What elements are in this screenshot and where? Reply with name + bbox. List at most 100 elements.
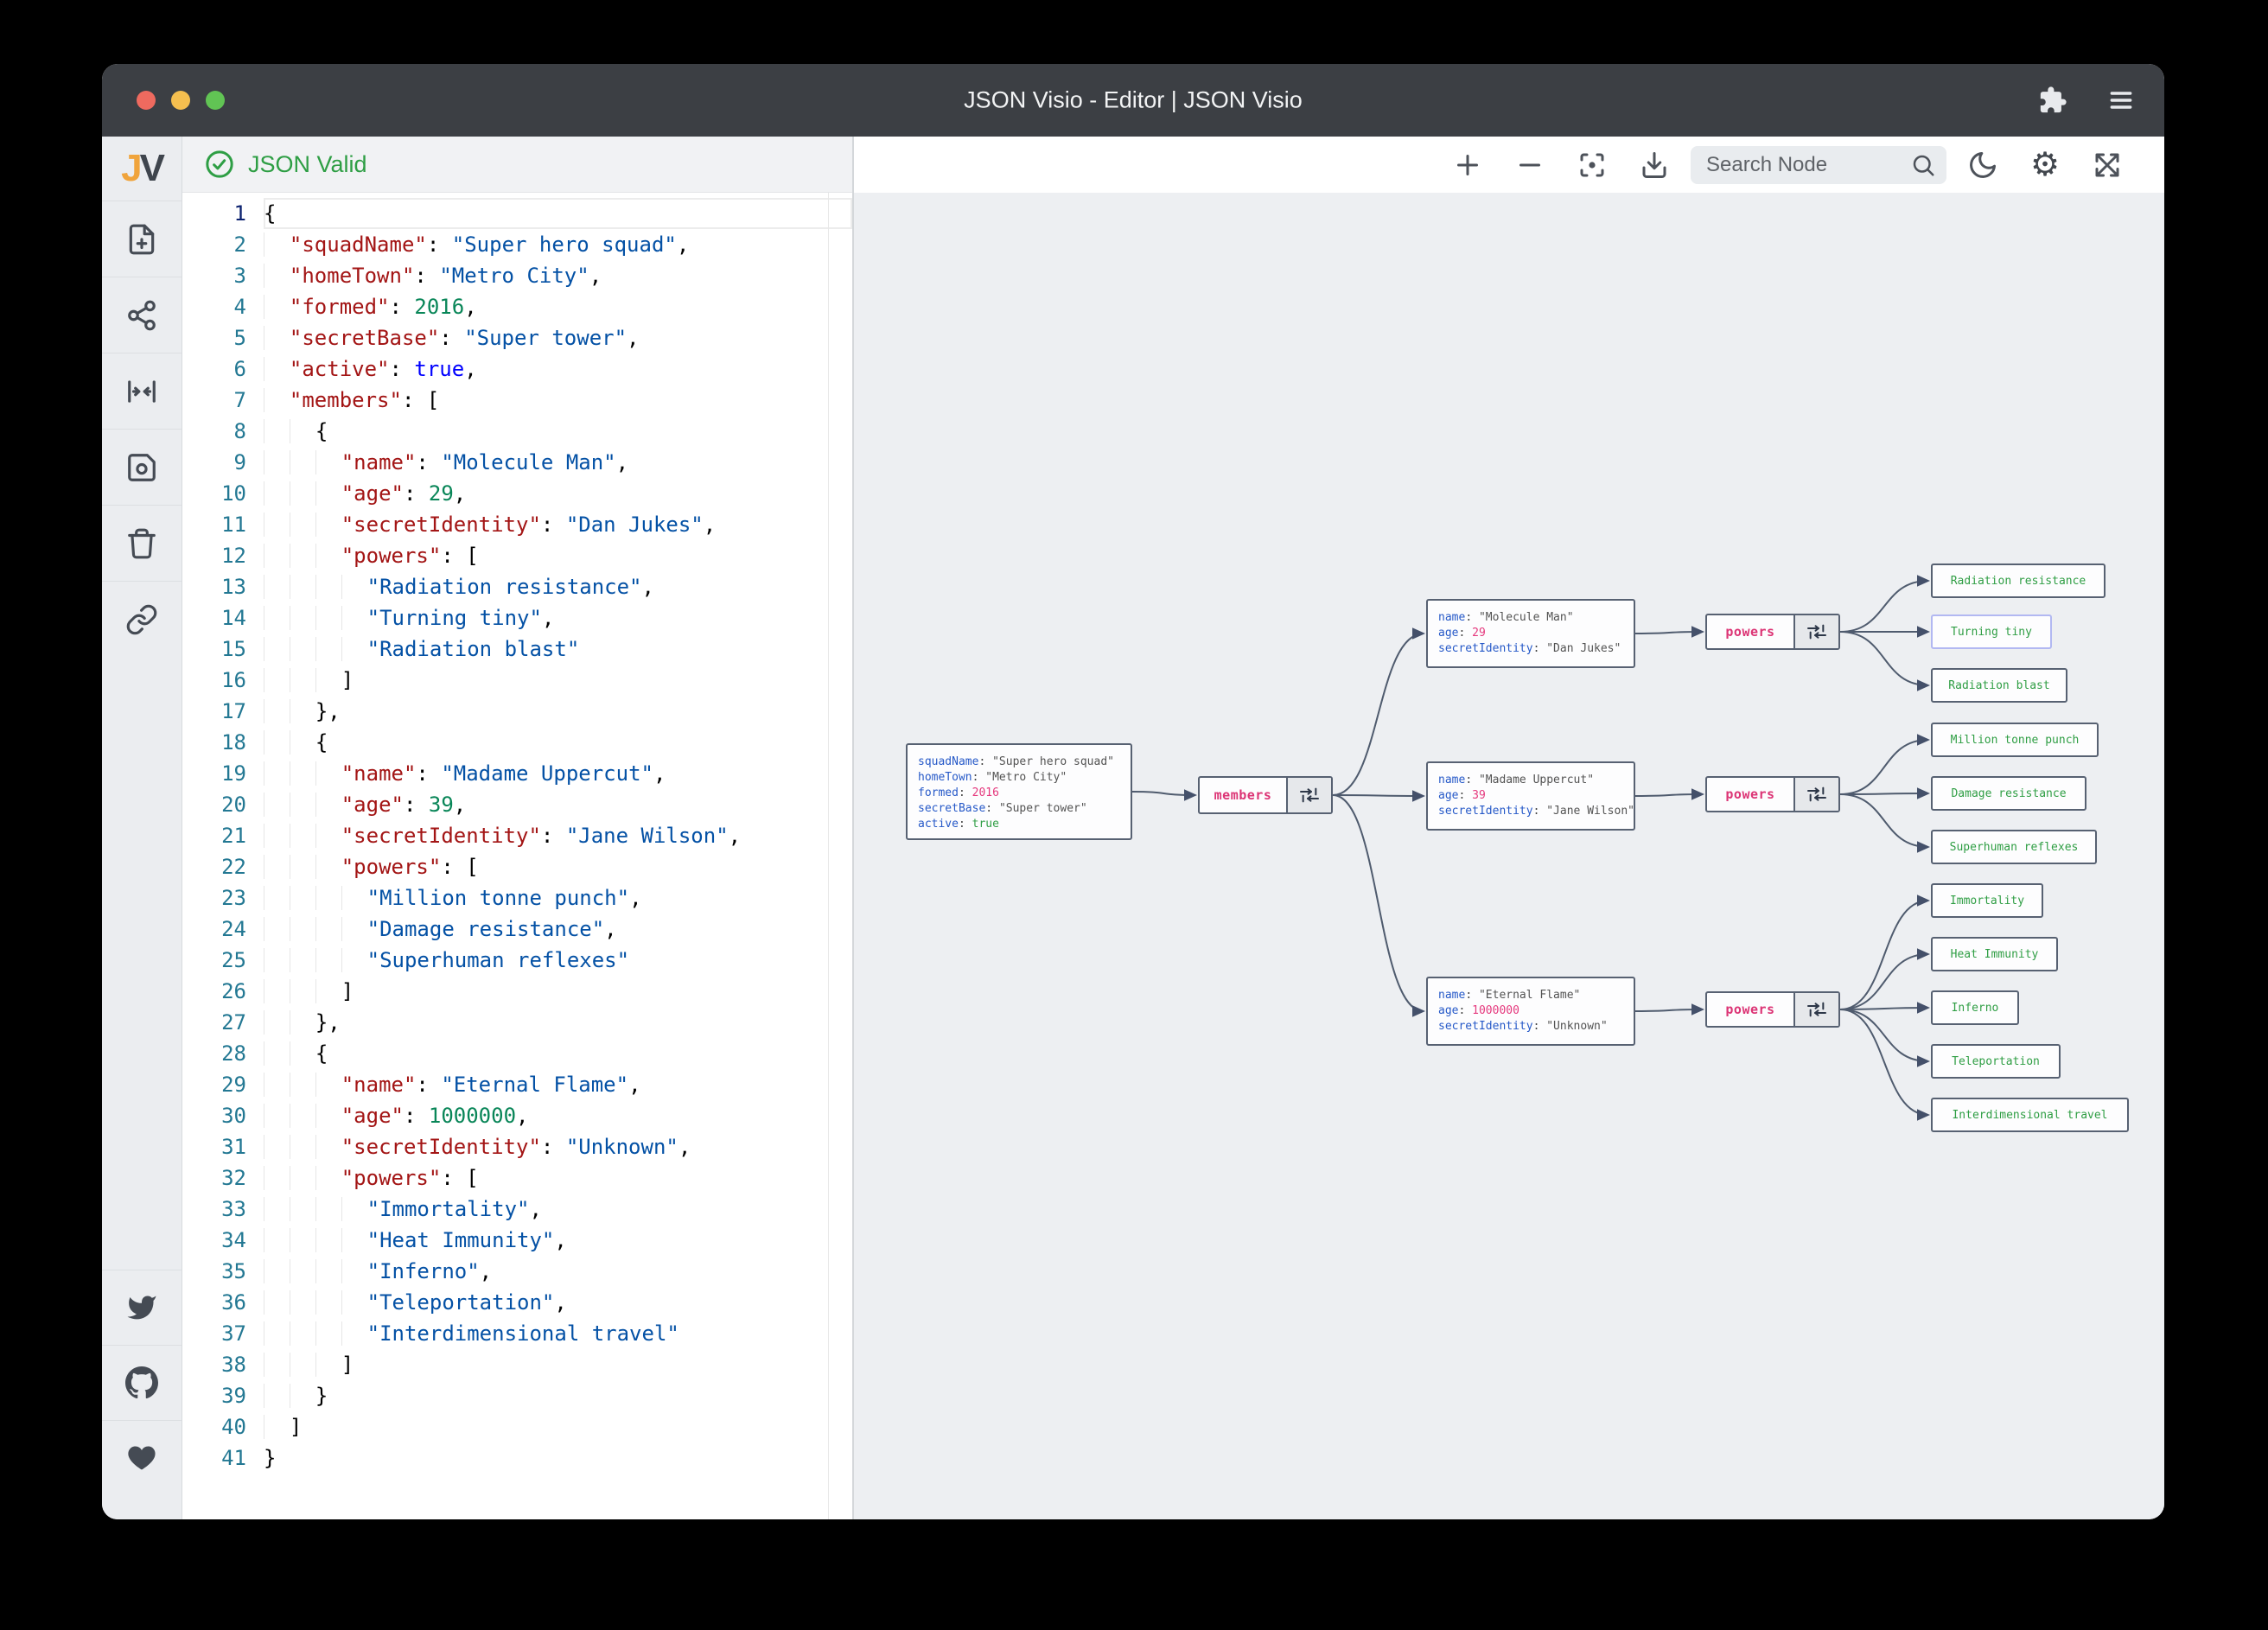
- editor-line[interactable]: 11 "secretIdentity": "Dan Jukes",: [182, 509, 852, 540]
- center-view-button[interactable]: [102, 353, 182, 429]
- line-number: 15: [221, 637, 246, 661]
- json-editor[interactable]: 1{2 "squadName": "Super hero squad", 3 "h…: [182, 193, 852, 1519]
- editor-line[interactable]: 10 "age": 29,: [182, 478, 852, 509]
- graph-canvas[interactable]: squadName: "Super hero squad" homeTown: "…: [854, 193, 2164, 1519]
- editor-line[interactable]: 39 }: [182, 1380, 852, 1411]
- graph-view-button[interactable]: [102, 277, 182, 353]
- graph-node-l4[interactable]: Million tonne punch: [1931, 723, 2099, 757]
- line-content: "Radiation blast": [264, 634, 852, 665]
- dark-mode-button[interactable]: [1952, 141, 2014, 189]
- editor-line[interactable]: 12 "powers": [: [182, 540, 852, 571]
- import-file-button[interactable]: [102, 201, 182, 277]
- editor-line[interactable]: 31 "secretIdentity": "Unknown",: [182, 1131, 852, 1162]
- editor-line[interactable]: 40 ]: [182, 1411, 852, 1442]
- editor-line[interactable]: 22 "powers": [: [182, 851, 852, 882]
- graph-node-l2[interactable]: Turning tiny: [1931, 614, 2052, 649]
- editor-line[interactable]: 25 "Superhuman reflexes": [182, 945, 852, 976]
- graph-node-m2[interactable]: name: "Madame Uppercut" age: 39 secretIden…: [1426, 761, 1635, 831]
- graph-node-m3[interactable]: name: "Eternal Flame" age: 1000000 secretI…: [1426, 977, 1635, 1046]
- editor-line[interactable]: 30 "age": 1000000,: [182, 1100, 852, 1131]
- graph-node-root[interactable]: squadName: "Super hero squad" homeTown: "…: [906, 743, 1132, 840]
- zoom-in-button[interactable]: [1437, 141, 1499, 189]
- graph-node-l10[interactable]: Teleportation: [1931, 1044, 2061, 1079]
- graph-node-l9[interactable]: Inferno: [1931, 990, 2019, 1025]
- editor-line[interactable]: 4 "formed": 2016,: [182, 291, 852, 322]
- node-label: Inferno: [1951, 1001, 1999, 1015]
- clear-button[interactable]: [102, 505, 182, 581]
- editor-line[interactable]: 33 "Immortality",: [182, 1194, 852, 1225]
- editor-line[interactable]: 23 "Million tonne punch",: [182, 882, 852, 914]
- line-number: 22: [221, 855, 246, 879]
- graph-node-l8[interactable]: Heat Immunity: [1931, 937, 2058, 971]
- collapse-node-button[interactable]: [1286, 778, 1331, 812]
- sponsor-link[interactable]: [102, 1420, 182, 1495]
- extensions-icon[interactable]: [2038, 86, 2067, 115]
- editor-line[interactable]: 19 "name": "Madame Uppercut",: [182, 758, 852, 789]
- share-button[interactable]: [102, 581, 182, 657]
- editor-line[interactable]: 13 "Radiation resistance",: [182, 571, 852, 602]
- line-content: "squadName": "Super hero squad",: [264, 229, 852, 260]
- editor-line[interactable]: 24 "Damage resistance",: [182, 914, 852, 945]
- editor-line[interactable]: 3 "homeTown": "Metro City",: [182, 260, 852, 291]
- collapse-node-button[interactable]: [1793, 993, 1838, 1026]
- editor-line[interactable]: 6 "active": true,: [182, 353, 852, 385]
- save-button[interactable]: [102, 429, 182, 505]
- editor-line[interactable]: 41}: [182, 1442, 852, 1474]
- download-image-button[interactable]: [1623, 141, 1685, 189]
- graph-node-p3[interactable]: powers: [1705, 991, 1840, 1028]
- line-content: "Teleportation",: [264, 1287, 852, 1318]
- graph-node-l7[interactable]: Immortality: [1931, 883, 2043, 918]
- graph-node-p2[interactable]: powers: [1705, 776, 1840, 812]
- line-number: 4: [233, 295, 246, 319]
- graph-node-members[interactable]: members: [1198, 776, 1333, 814]
- editor-line[interactable]: 5 "secretBase": "Super tower",: [182, 322, 852, 353]
- app-logo[interactable]: JV: [102, 137, 182, 201]
- editor-line[interactable]: 34 "Heat Immunity",: [182, 1225, 852, 1256]
- github-link[interactable]: [102, 1345, 182, 1420]
- editor-line[interactable]: 28 {: [182, 1038, 852, 1069]
- editor-line[interactable]: 16 ]: [182, 665, 852, 696]
- close-button[interactable]: [137, 91, 156, 110]
- graph-node-l1[interactable]: Radiation resistance: [1931, 563, 2106, 598]
- editor-line[interactable]: 20 "age": 39,: [182, 789, 852, 820]
- editor-line[interactable]: 9 "name": "Molecule Man",: [182, 447, 852, 478]
- maximize-button[interactable]: [206, 91, 225, 110]
- fit-view-button[interactable]: [1561, 141, 1623, 189]
- line-number: 37: [221, 1321, 246, 1346]
- settings-button[interactable]: ⚙: [2014, 141, 2076, 189]
- graph-node-p1[interactable]: powers: [1705, 614, 1840, 650]
- editor-line[interactable]: 8 {: [182, 416, 852, 447]
- editor-line[interactable]: 36 "Teleportation",: [182, 1287, 852, 1318]
- editor-line[interactable]: 2 "squadName": "Super hero squad",: [182, 229, 852, 260]
- editor-line[interactable]: 26 ]: [182, 976, 852, 1007]
- node-label: Damage resistance: [1951, 786, 2067, 800]
- editor-line[interactable]: 17 },: [182, 696, 852, 727]
- graph-node-l5[interactable]: Damage resistance: [1931, 776, 2086, 811]
- editor-line[interactable]: 37 "Interdimensional travel": [182, 1318, 852, 1349]
- editor-line[interactable]: 35 "Inferno",: [182, 1256, 852, 1287]
- search-node-input[interactable]: [1704, 151, 1910, 178]
- line-number: 30: [221, 1104, 246, 1128]
- editor-line[interactable]: 14 "Turning tiny",: [182, 602, 852, 634]
- graph-node-l6[interactable]: Superhuman reflexes: [1931, 830, 2097, 864]
- editor-line[interactable]: 18 {: [182, 727, 852, 758]
- editor-line[interactable]: 21 "secretIdentity": "Jane Wilson",: [182, 820, 852, 851]
- editor-line[interactable]: 7 "members": [: [182, 385, 852, 416]
- graph-node-l11[interactable]: Interdimensional travel: [1931, 1098, 2129, 1132]
- twitter-link[interactable]: [102, 1270, 182, 1345]
- editor-line[interactable]: 15 "Radiation blast": [182, 634, 852, 665]
- zoom-out-button[interactable]: [1499, 141, 1561, 189]
- editor-line[interactable]: 1{: [182, 198, 852, 229]
- editor-line[interactable]: 29 "name": "Eternal Flame",: [182, 1069, 852, 1100]
- editor-line[interactable]: 27 },: [182, 1007, 852, 1038]
- minimize-button[interactable]: [171, 91, 190, 110]
- collapse-node-button[interactable]: [1793, 615, 1838, 648]
- check-circle-icon: [206, 150, 233, 178]
- fullscreen-button[interactable]: [2076, 141, 2138, 189]
- graph-node-l3[interactable]: Radiation blast: [1931, 668, 2067, 703]
- editor-line[interactable]: 32 "powers": [: [182, 1162, 852, 1194]
- graph-node-m1[interactable]: name: "Molecule Man" age: 29 secretIdentit…: [1426, 599, 1635, 668]
- menu-icon[interactable]: [2107, 86, 2135, 114]
- editor-line[interactable]: 38 ]: [182, 1349, 852, 1380]
- collapse-node-button[interactable]: [1793, 778, 1838, 811]
